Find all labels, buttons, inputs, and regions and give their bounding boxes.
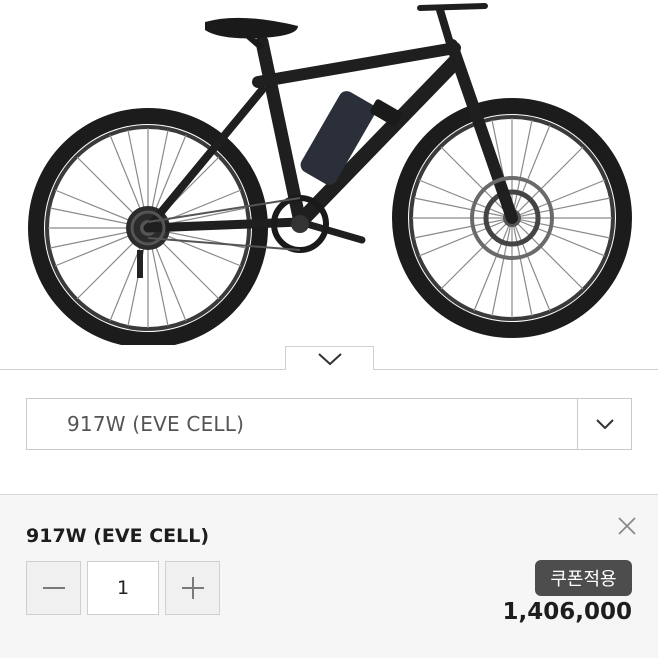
collapse-toggle[interactable] <box>285 346 374 370</box>
close-icon <box>618 517 636 535</box>
quantity-increase-button[interactable] <box>165 561 220 615</box>
quantity-decrease-button[interactable] <box>26 561 81 615</box>
plus-icon <box>181 577 204 599</box>
option-select[interactable]: 917W (EVE CELL) <box>26 398 632 450</box>
remove-option-button[interactable] <box>616 515 638 537</box>
selected-option-panel: 917W (EVE CELL) 1 쿠폰적용 1,406,000 <box>0 494 658 658</box>
option-select-value: 917W (EVE CELL) <box>67 412 245 436</box>
product-image <box>0 0 658 345</box>
chevron-down-icon <box>317 352 342 365</box>
quantity-input[interactable]: 1 <box>87 561 159 615</box>
bicycle-illustration <box>28 3 632 345</box>
option-price: 1,406,000 <box>502 599 633 625</box>
option-select-toggle[interactable] <box>577 399 631 449</box>
chevron-down-icon <box>595 419 614 429</box>
seat <box>205 17 298 51</box>
selected-option-name: 917W (EVE CELL) <box>26 525 210 547</box>
minus-icon <box>42 587 65 589</box>
apply-coupon-button[interactable]: 쿠폰적용 <box>535 560 632 596</box>
